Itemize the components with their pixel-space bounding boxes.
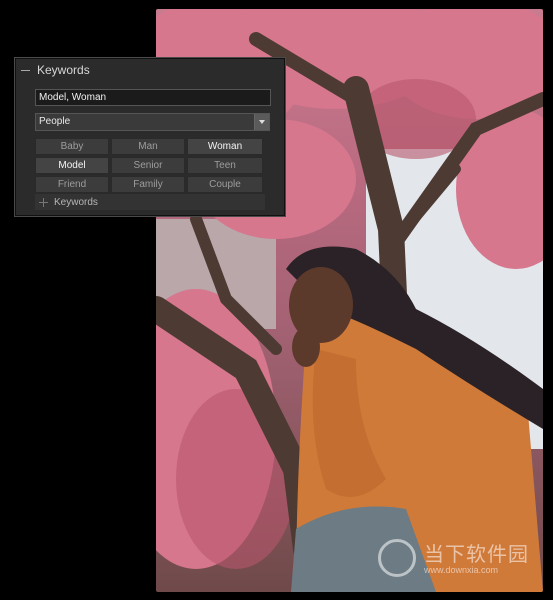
keywords-panel-header[interactable]: Keywords — [15, 58, 285, 82]
keyword-suggestions: Baby Man Woman Model Senior Teen Friend … — [35, 138, 265, 193]
panel-title: Keywords — [37, 63, 90, 77]
keyword-button-man[interactable]: Man — [111, 138, 185, 155]
keyword-set-value: People — [39, 116, 71, 127]
keyword-set-select[interactable]: People — [35, 113, 270, 131]
collapse-icon[interactable] — [21, 69, 30, 71]
keyword-entry-field[interactable]: Model, Woman — [35, 89, 271, 106]
chevron-down-icon[interactable] — [254, 114, 269, 130]
keyword-button-friend[interactable]: Friend — [35, 176, 109, 193]
keyword-button-senior[interactable]: Senior — [111, 157, 185, 174]
watermark-title: 当下软件园 — [424, 542, 529, 566]
keyword-button-family[interactable]: Family — [111, 176, 185, 193]
keyword-button-teen[interactable]: Teen — [187, 157, 263, 174]
keywords-footer[interactable]: Keywords — [35, 194, 265, 210]
watermark: 当下软件园 www.downxia.com — [378, 535, 538, 583]
keyword-button-baby[interactable]: Baby — [35, 138, 109, 155]
keywords-footer-label: Keywords — [54, 196, 98, 208]
keyword-button-woman[interactable]: Woman — [187, 138, 263, 155]
keyword-button-model[interactable]: Model — [35, 157, 109, 174]
watermark-logo-icon — [378, 539, 416, 577]
keyword-button-couple[interactable]: Couple — [187, 176, 263, 193]
keywords-panel: Keywords Model, Woman People Baby Man Wo… — [14, 57, 286, 217]
plus-icon[interactable] — [39, 197, 48, 207]
watermark-url: www.downxia.com — [424, 565, 499, 575]
